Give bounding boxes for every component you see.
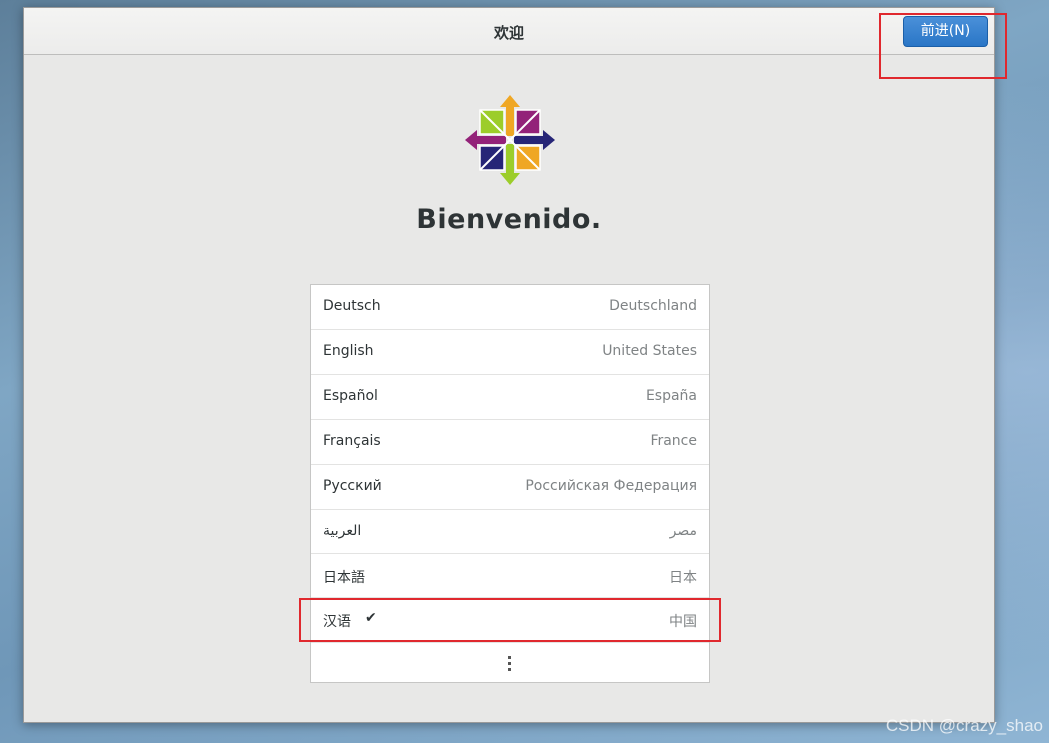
language-row-russian[interactable]: Русский Российская Федерация [311, 465, 709, 510]
language-row-deutsch[interactable]: Deutsch Deutschland [311, 285, 709, 330]
language-region: France [650, 433, 697, 449]
language-region: مصر [669, 523, 697, 539]
header-bar: 欢迎 前进(N) [24, 8, 994, 55]
language-name: Deutsch [323, 298, 381, 314]
language-name: Русский [323, 478, 382, 494]
language-region: United States [602, 343, 697, 359]
language-name: العربية [323, 523, 362, 539]
language-name: Français [323, 433, 381, 449]
language-region: España [645, 388, 697, 404]
language-row-japanese[interactable]: 日本語 日本 [311, 554, 709, 598]
welcome-heading: Bienvenido. [416, 204, 602, 235]
annotation-box-chinese-row [299, 598, 721, 642]
language-region: Российская Федерация [525, 478, 697, 494]
language-name: Español [323, 388, 378, 404]
vertical-ellipsis-icon [508, 656, 512, 672]
language-region: Deutschland [609, 298, 697, 314]
language-row-english[interactable]: English United States [311, 330, 709, 375]
language-name: English [323, 343, 374, 359]
window-title: 欢迎 [493, 24, 524, 42]
language-row-arabic[interactable]: العربية مصر [311, 510, 709, 554]
watermark-text: CSDN @crazy_shao [885, 716, 1043, 735]
centos-logo-icon [465, 95, 555, 185]
more-languages-button[interactable] [311, 643, 709, 684]
annotation-box-next-button [879, 13, 1007, 79]
language-region: 日本 [669, 570, 697, 586]
language-row-espanol[interactable]: Español España [311, 375, 709, 420]
language-name: 日本語 [323, 570, 365, 586]
language-row-francais[interactable]: Français France [311, 420, 709, 465]
